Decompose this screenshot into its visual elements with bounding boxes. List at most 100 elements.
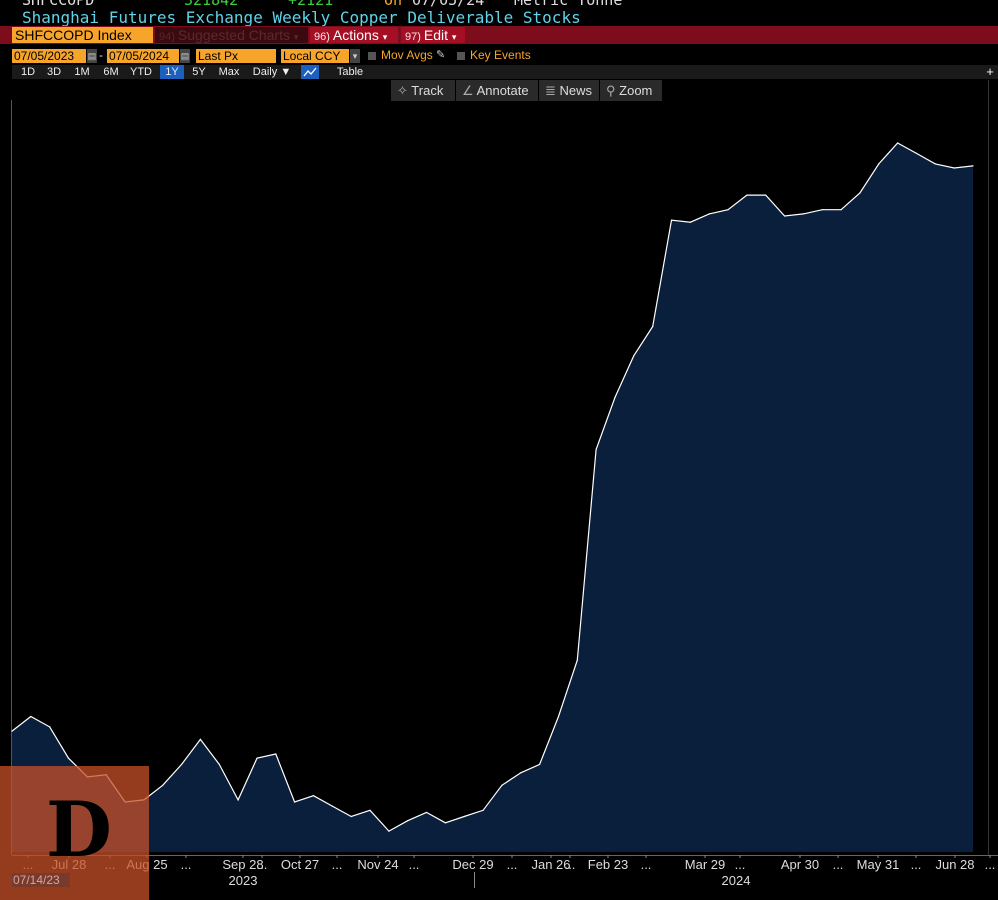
- data-point: [463, 815, 465, 818]
- range-button-1y[interactable]: 1Y: [160, 65, 184, 79]
- area-series-fill: [12, 143, 973, 852]
- range-button-ytd[interactable]: YTD: [127, 65, 155, 79]
- pen-icon: ∠: [462, 83, 474, 98]
- suggested-num: 94): [159, 31, 175, 43]
- data-point: [727, 209, 729, 211]
- data-point: [294, 801, 296, 803]
- x-tick-label: ...: [641, 857, 652, 872]
- security-field[interactable]: SHFCCOPD Index: [12, 27, 153, 43]
- x-axis-years: 2023 2024: [229, 872, 750, 888]
- currency-selector[interactable]: Local CCY: [281, 49, 349, 63]
- data-point: [256, 757, 258, 759]
- data-point: [765, 194, 767, 196]
- data-point: [934, 163, 936, 165]
- start-date-field[interactable]: 07/05/2023: [12, 49, 86, 63]
- range-button-1m[interactable]: 1M: [72, 65, 92, 79]
- range-button-6m[interactable]: 6M: [100, 65, 122, 79]
- data-point: [539, 763, 541, 766]
- x-tick-label: ...: [181, 857, 192, 872]
- range-button-1d[interactable]: 1D: [18, 65, 38, 79]
- x-tick-label: Dec 29: [452, 857, 493, 872]
- news-button[interactable]: ≣ News: [539, 80, 599, 101]
- plus-icon[interactable]: +: [982, 65, 998, 79]
- data-point: [689, 221, 692, 223]
- suggested-charts-button[interactable]: 94) Suggested Charts ▾: [155, 27, 308, 43]
- data-point: [181, 763, 183, 766]
- actions-label: Actions: [332, 27, 379, 43]
- data-point: [331, 805, 333, 807]
- zoom-button[interactable]: ⚲ Zoom: [600, 80, 662, 101]
- data-point: [199, 738, 201, 741]
- key-events-checkbox[interactable]: [457, 52, 465, 60]
- chevron-down-icon: ▼: [280, 66, 292, 78]
- range-button-5y[interactable]: 5Y: [189, 65, 209, 79]
- mov-avgs-checkbox[interactable]: [368, 52, 376, 60]
- calendar-icon[interactable]: ▤: [87, 49, 97, 63]
- x-year-label: 2023: [229, 873, 258, 888]
- x-axis-ticks: ...Jul 28...Aug 25...Sep 28...Oct 27...N…: [23, 855, 996, 872]
- data-point: [482, 809, 484, 811]
- data-point: [746, 194, 748, 196]
- x-tick-label: Nov 24: [357, 857, 398, 872]
- data-point: [953, 167, 955, 169]
- pencil-icon[interactable]: ✎: [436, 48, 445, 61]
- data-point: [557, 715, 560, 718]
- data-point: [576, 659, 578, 661]
- data-point: [915, 152, 918, 154]
- actions-num: 96): [314, 31, 330, 43]
- zoom-label: Zoom: [619, 83, 653, 98]
- dropdown-arrow-icon: ▾: [293, 32, 299, 42]
- key-events-label[interactable]: Key Events: [470, 48, 531, 62]
- track-button[interactable]: ✧ Track: [391, 80, 455, 101]
- data-point: [878, 163, 880, 165]
- data-point: [369, 809, 371, 811]
- price-chart[interactable]: ...Jul 28...Aug 25...Sep 28...Oct 27...N…: [0, 0, 998, 900]
- frequency-selector[interactable]: Daily ▼: [248, 65, 296, 79]
- dropdown-arrow-icon: ▾: [451, 32, 457, 42]
- news-label: News: [559, 83, 593, 98]
- table-button[interactable]: Table: [330, 65, 370, 79]
- edit-num: 97): [405, 31, 421, 43]
- data-point: [162, 784, 164, 786]
- data-point: [859, 192, 861, 194]
- suggested-label: Suggested Charts: [177, 27, 290, 43]
- data-point: [407, 820, 409, 822]
- data-point: [633, 355, 635, 357]
- x-tick-label: ...: [332, 857, 343, 872]
- x-tick-label: ...: [507, 857, 518, 872]
- data-point: [444, 822, 446, 824]
- data-point: [218, 763, 220, 766]
- calendar-icon[interactable]: ▤: [180, 49, 190, 63]
- range-button-max[interactable]: Max: [216, 65, 242, 79]
- data-point: [237, 799, 239, 801]
- x-tick-label: Apr 30: [781, 857, 819, 872]
- crosshair-icon: ✧: [397, 83, 408, 98]
- data-point: [802, 213, 805, 215]
- annotate-button[interactable]: ∠ Annotate: [456, 80, 538, 101]
- data-point: [708, 213, 710, 215]
- security-description: Shanghai Futures Exchange Weekly Copper …: [22, 8, 581, 27]
- date-separator: -: [99, 48, 103, 62]
- end-date-field[interactable]: 07/05/2024: [107, 49, 179, 63]
- x-tick-label: ...: [985, 857, 996, 872]
- data-point: [30, 715, 32, 718]
- field-selector[interactable]: Last Px: [196, 49, 276, 63]
- x-tick-label: ...: [565, 857, 576, 872]
- data-point: [897, 142, 899, 144]
- data-point: [11, 730, 13, 732]
- x-tick-label: ...: [257, 857, 268, 872]
- x-tick-label: ...: [735, 857, 746, 872]
- data-point: [501, 784, 503, 786]
- x-tick-label: ...: [409, 857, 420, 872]
- data-point: [821, 209, 823, 211]
- range-button-3d[interactable]: 3D: [44, 65, 64, 79]
- line-chart-icon[interactable]: [301, 65, 319, 79]
- data-point: [425, 811, 428, 814]
- x-tick-label: Feb 23: [588, 857, 628, 872]
- logo-letter: D: [46, 785, 112, 874]
- actions-button[interactable]: 96) Actions ▾: [310, 27, 398, 43]
- news-icon: ≣: [545, 83, 556, 98]
- edit-button[interactable]: 97) Edit ▾: [401, 27, 465, 43]
- chevron-down-icon[interactable]: ▾: [350, 49, 360, 63]
- mov-avgs-label[interactable]: Mov Avgs: [381, 48, 433, 62]
